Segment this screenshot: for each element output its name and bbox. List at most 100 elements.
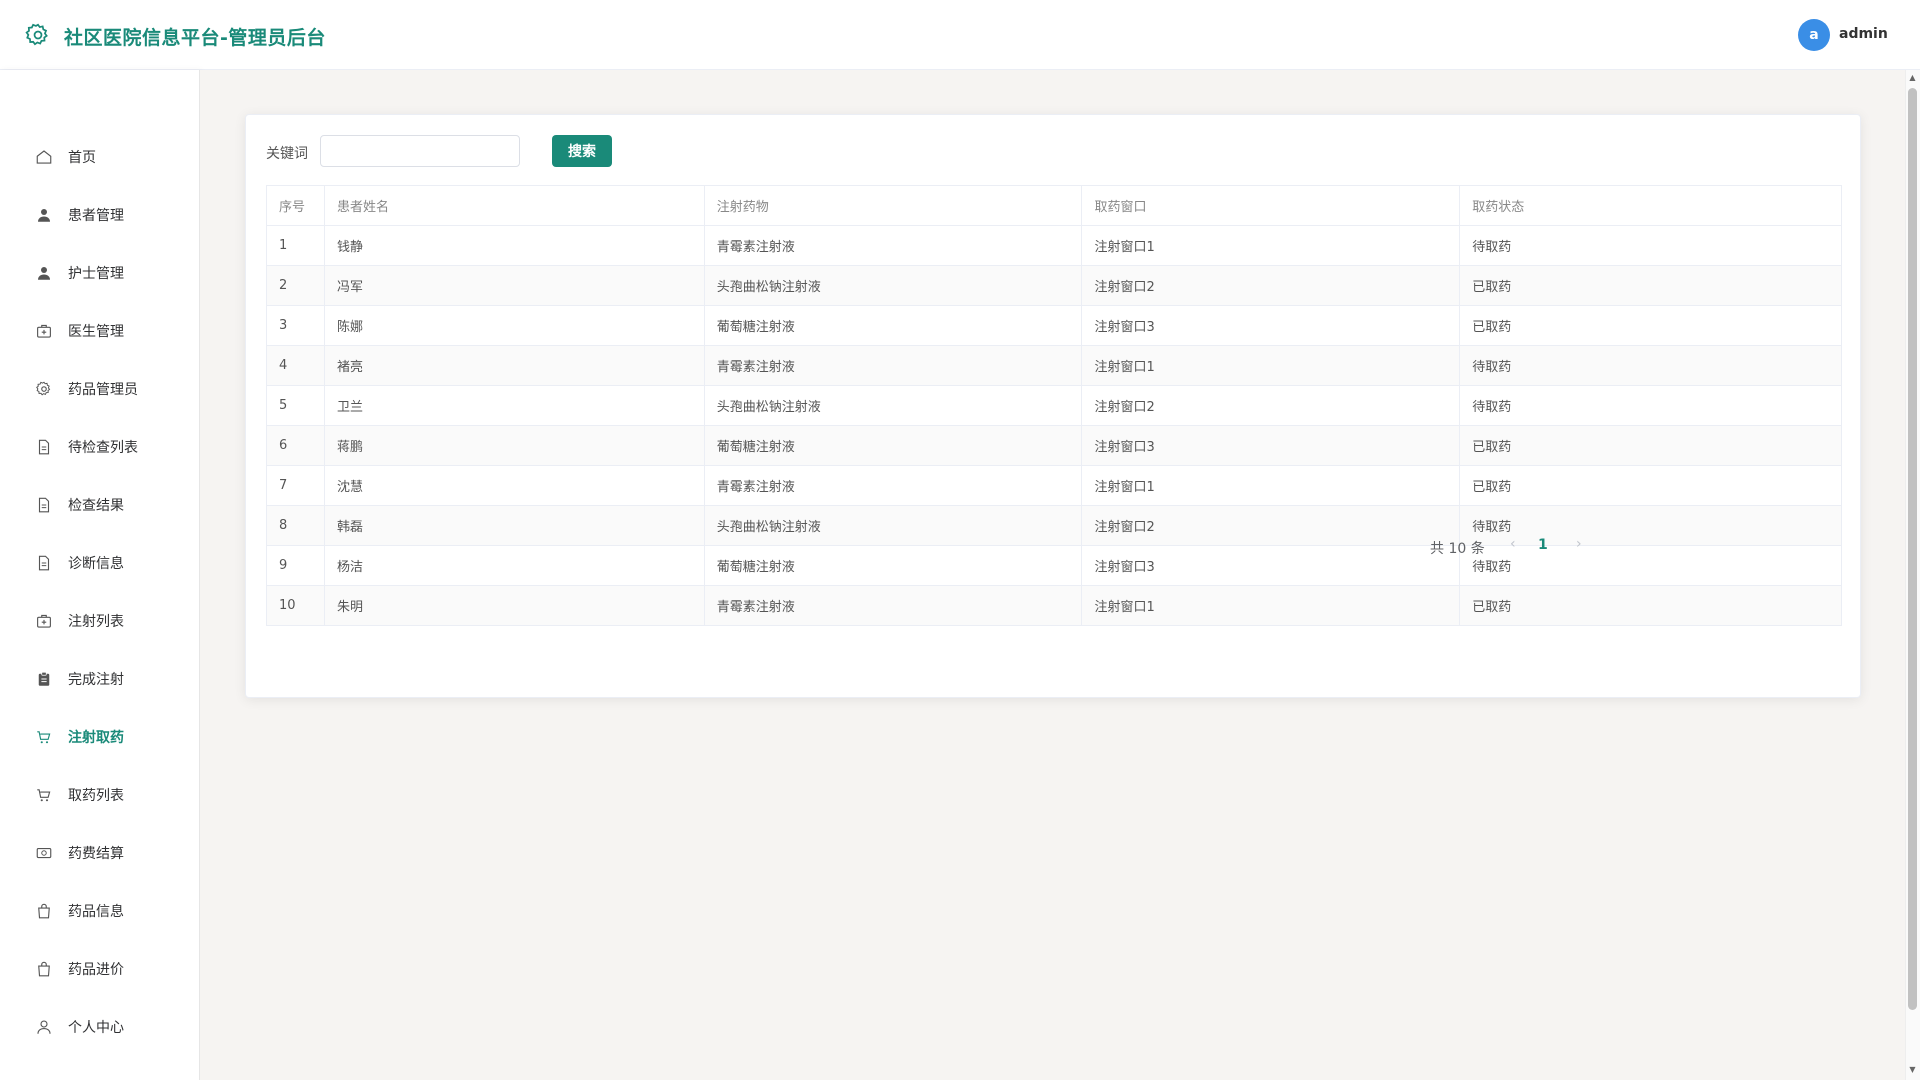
column-header: 取药状态	[1459, 185, 1842, 226]
table-row[interactable]: 10 朱明 青霉素注射液 注射窗口1 已取药	[266, 585, 1842, 626]
table-cell: 待取药	[1459, 225, 1842, 266]
table-cell: 待取药	[1459, 345, 1842, 386]
sidebar-item-label: 个人中心	[68, 1020, 124, 1036]
table-cell: 注射窗口1	[1081, 465, 1461, 506]
table-cell: 葡萄糖注射液	[703, 545, 1083, 586]
table-cell: 葡萄糖注射液	[703, 305, 1083, 346]
table-cell: 青霉素注射液	[703, 345, 1083, 386]
table-cell: 陈娜	[323, 305, 705, 346]
table-cell: 注射窗口2	[1081, 505, 1461, 546]
table-cell: 注射窗口1	[1081, 585, 1461, 626]
table-cell: 注射窗口2	[1081, 265, 1461, 306]
document-icon	[38, 439, 50, 455]
table-cell: 注射窗口3	[1081, 305, 1461, 346]
table-row[interactable]: 2 冯军 头孢曲松钠注射液 注射窗口2 已取药	[266, 265, 1842, 306]
table-cell: 8	[266, 505, 325, 546]
table-card: 关键词 搜索 序号 患者姓名 注射药物 取药窗口 取药状态 1 钱静 青霉素注射液注…	[245, 114, 1861, 698]
table-cell: 蒋鹏	[323, 425, 705, 466]
sidebar-item[interactable]: 首页	[0, 128, 199, 186]
table-cell: 已取药	[1459, 465, 1842, 506]
sidebar-item-label: 完成注射	[68, 672, 124, 688]
pagination-page-1[interactable]: 1	[1538, 537, 1548, 553]
sidebar-item[interactable]: 待检查列表	[0, 418, 199, 476]
document-icon	[38, 555, 50, 571]
table-cell: 待取药	[1459, 505, 1842, 546]
table-row[interactable]: 1 钱静 青霉素注射液 注射窗口1 待取药	[266, 225, 1842, 266]
money-icon	[36, 847, 52, 859]
cart-icon	[37, 731, 51, 744]
table-cell: 沈慧	[323, 465, 705, 506]
table-cell: 1	[266, 225, 325, 266]
table-cell: 冯军	[323, 265, 705, 306]
sidebar-item-label: 待检查列表	[68, 440, 138, 456]
search-input[interactable]	[320, 135, 520, 167]
top-header: 社区医院信息平台-管理员后台 a admin	[0, 0, 1920, 70]
table-cell: 注射窗口2	[1081, 385, 1461, 426]
first-aid-kit-icon	[37, 614, 51, 628]
sidebar-item[interactable]: 护士管理	[0, 244, 199, 302]
gear-icon	[25, 23, 48, 46]
table-cell: 9	[266, 545, 325, 586]
table-cell: 钱静	[323, 225, 705, 266]
scrollbar-thumb[interactable]	[1908, 88, 1917, 1010]
cart-icon	[37, 789, 51, 802]
search-button[interactable]: 搜索	[552, 135, 612, 167]
table-row[interactable]: 7 沈慧 青霉素注射液 注射窗口1 已取药	[266, 465, 1842, 506]
sidebar-item[interactable]: 医生管理	[0, 302, 199, 360]
sidebar-item-label: 检查结果	[68, 498, 124, 514]
table-cell: 头孢曲松钠注射液	[703, 385, 1083, 426]
table-cell: 3	[266, 305, 325, 346]
table-row[interactable]: 5 卫兰 头孢曲松钠注射液 注射窗口2 待取药	[266, 385, 1842, 426]
sidebar-item[interactable]: 药品管理员	[0, 360, 199, 418]
sidebar-item[interactable]: 诊断信息	[0, 534, 199, 592]
sidebar-item[interactable]: 完成注射	[0, 650, 199, 708]
column-header: 取药窗口	[1081, 185, 1461, 226]
table-cell: 待取药	[1459, 545, 1842, 586]
table-row[interactable]: 8 韩磊 头孢曲松钠注射液 注射窗口2 待取药	[266, 505, 1842, 546]
table-cell: 5	[266, 385, 325, 426]
pagination-next-icon[interactable]: ›	[1576, 536, 1582, 552]
sidebar-item[interactable]: 检查结果	[0, 476, 199, 534]
sidebar-item-label: 注射取药	[68, 730, 124, 746]
pagination-prev-icon[interactable]: ‹	[1510, 536, 1516, 552]
table-row[interactable]: 6 蒋鹏 葡萄糖注射液 注射窗口3 已取药	[266, 425, 1842, 466]
table-row[interactable]: 3 陈娜 葡萄糖注射液 注射窗口3 已取药	[266, 305, 1842, 346]
sidebar-item-label: 患者管理	[68, 208, 124, 224]
data-table: 序号 患者姓名 注射药物 取药窗口 取药状态 1 钱静 青霉素注射液 注射窗口1 待取药…	[266, 185, 1842, 626]
bag-icon	[38, 961, 50, 977]
sidebar-item[interactable]: 注射取药	[0, 708, 199, 766]
sidebar-item[interactable]: 患者管理	[0, 186, 199, 244]
first-aid-kit-icon	[37, 324, 51, 338]
scroll-up-arrow-icon[interactable]: ▲	[1908, 74, 1917, 82]
document-icon	[38, 497, 50, 513]
bag-icon	[38, 903, 50, 919]
sidebar-item[interactable]: 注射列表	[0, 592, 199, 650]
table-cell: 已取药	[1459, 265, 1842, 306]
sidebar-item-label: 取药列表	[68, 788, 124, 804]
avatar[interactable]: a	[1798, 19, 1830, 51]
pagination-total: 共 10 条	[1430, 541, 1485, 557]
sidebar-item-label: 诊断信息	[68, 556, 124, 572]
table-row[interactable]: 9 杨洁 葡萄糖注射液 注射窗口3 待取药	[266, 545, 1842, 586]
sidebar-item[interactable]: 药品进价	[0, 940, 199, 998]
sidebar-item[interactable]: 药品信息	[0, 882, 199, 940]
table-cell: 头孢曲松钠注射液	[703, 265, 1083, 306]
table-cell: 2	[266, 265, 325, 306]
app-title: 社区医院信息平台-管理员后台	[64, 27, 326, 49]
home-icon	[36, 150, 52, 164]
sidebar-item[interactable]: 个人中心	[0, 998, 199, 1056]
table-row[interactable]: 4 褚亮 青霉素注射液 注射窗口1 待取药	[266, 345, 1842, 386]
sidebar-item[interactable]: 取药列表	[0, 766, 199, 824]
sidebar-item-label: 药品管理员	[68, 382, 138, 398]
sidebar-item[interactable]: 药费结算	[0, 824, 199, 882]
user-filled-icon	[38, 267, 50, 280]
sidebar-item-label: 注射列表	[68, 614, 124, 630]
table-cell: 朱明	[323, 585, 705, 626]
table-cell: 注射窗口3	[1081, 545, 1461, 586]
table-cell: 10	[266, 585, 325, 626]
username[interactable]: admin	[1839, 26, 1888, 42]
table-cell: 待取药	[1459, 385, 1842, 426]
sidebar-item-label: 医生管理	[68, 324, 124, 340]
scroll-down-arrow-icon[interactable]: ▼	[1908, 1066, 1917, 1074]
table-cell: 青霉素注射液	[703, 465, 1083, 506]
